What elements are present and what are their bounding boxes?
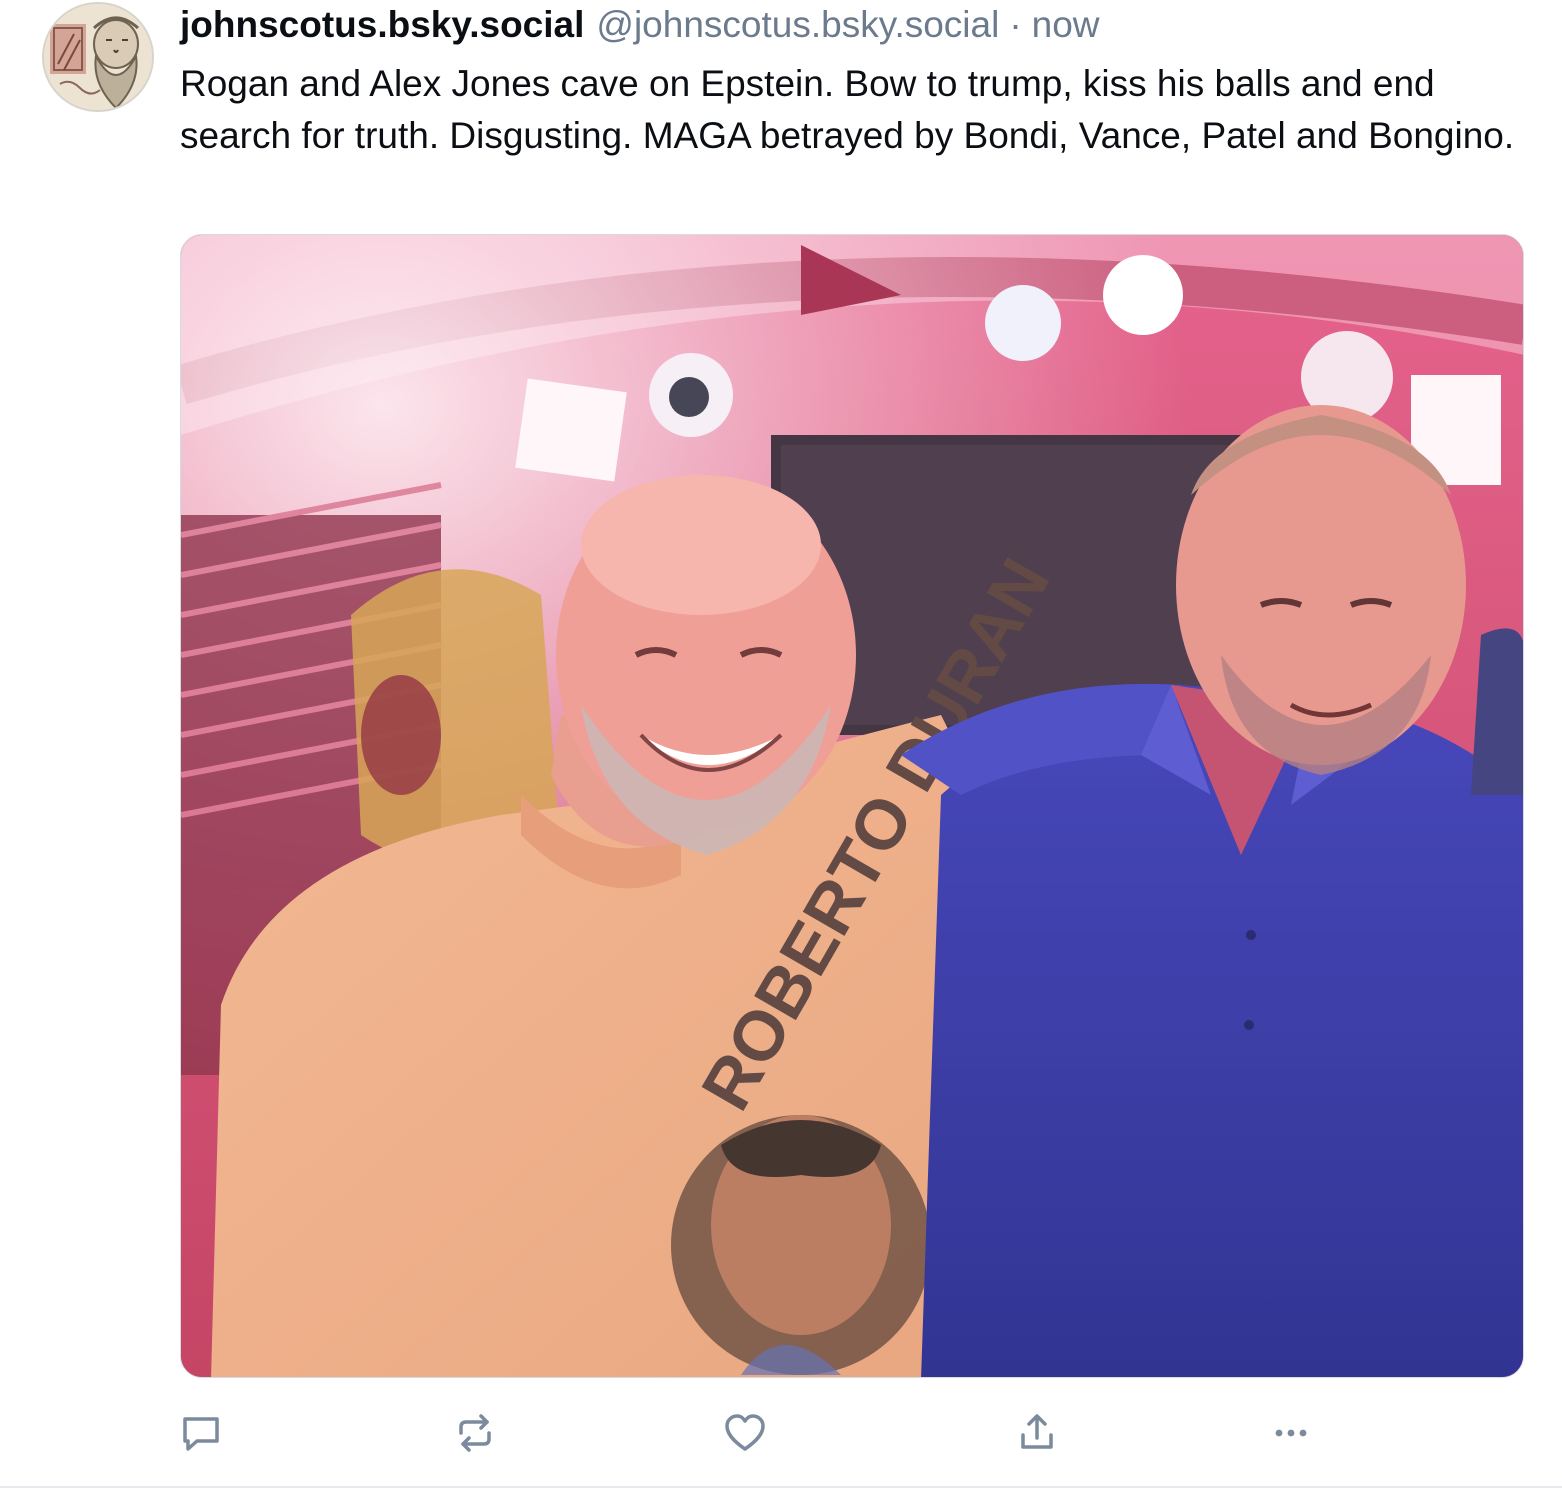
like-button[interactable] [720, 1408, 770, 1458]
post: johnscotus.bsky.social @johnscotus.bsky.… [0, 0, 1562, 1502]
post-actions [176, 1408, 1326, 1458]
repost-button[interactable] [450, 1408, 500, 1458]
avatar[interactable] [42, 2, 154, 112]
share-upload-icon [1021, 1414, 1053, 1449]
more-options-button[interactable] [1266, 1408, 1316, 1458]
ellipsis-icon [1275, 1429, 1307, 1437]
user-handle[interactable]: @johnscotus.bsky.social [596, 2, 999, 48]
post-header: johnscotus.bsky.social @johnscotus.bsky.… [180, 2, 1100, 48]
repost-arrows-icon [459, 1414, 491, 1452]
share-button[interactable] [1012, 1408, 1062, 1458]
speech-bubble-icon [183, 1417, 219, 1451]
header-separator: · [1009, 4, 1022, 45]
post-timestamp[interactable]: now [1032, 2, 1100, 48]
display-name[interactable]: johnscotus.bsky.social [180, 2, 584, 48]
post-image[interactable]: ROBERTO DURAN [180, 234, 1524, 1378]
post-divider [0, 1486, 1562, 1488]
avatar-illustration [44, 4, 152, 110]
photo-illustration: ROBERTO DURAN [181, 235, 1523, 1377]
post-text: Rogan and Alex Jones cave on Epstein. Bo… [180, 63, 1515, 156]
reply-button[interactable] [176, 1408, 226, 1458]
heart-icon [725, 1414, 765, 1451]
